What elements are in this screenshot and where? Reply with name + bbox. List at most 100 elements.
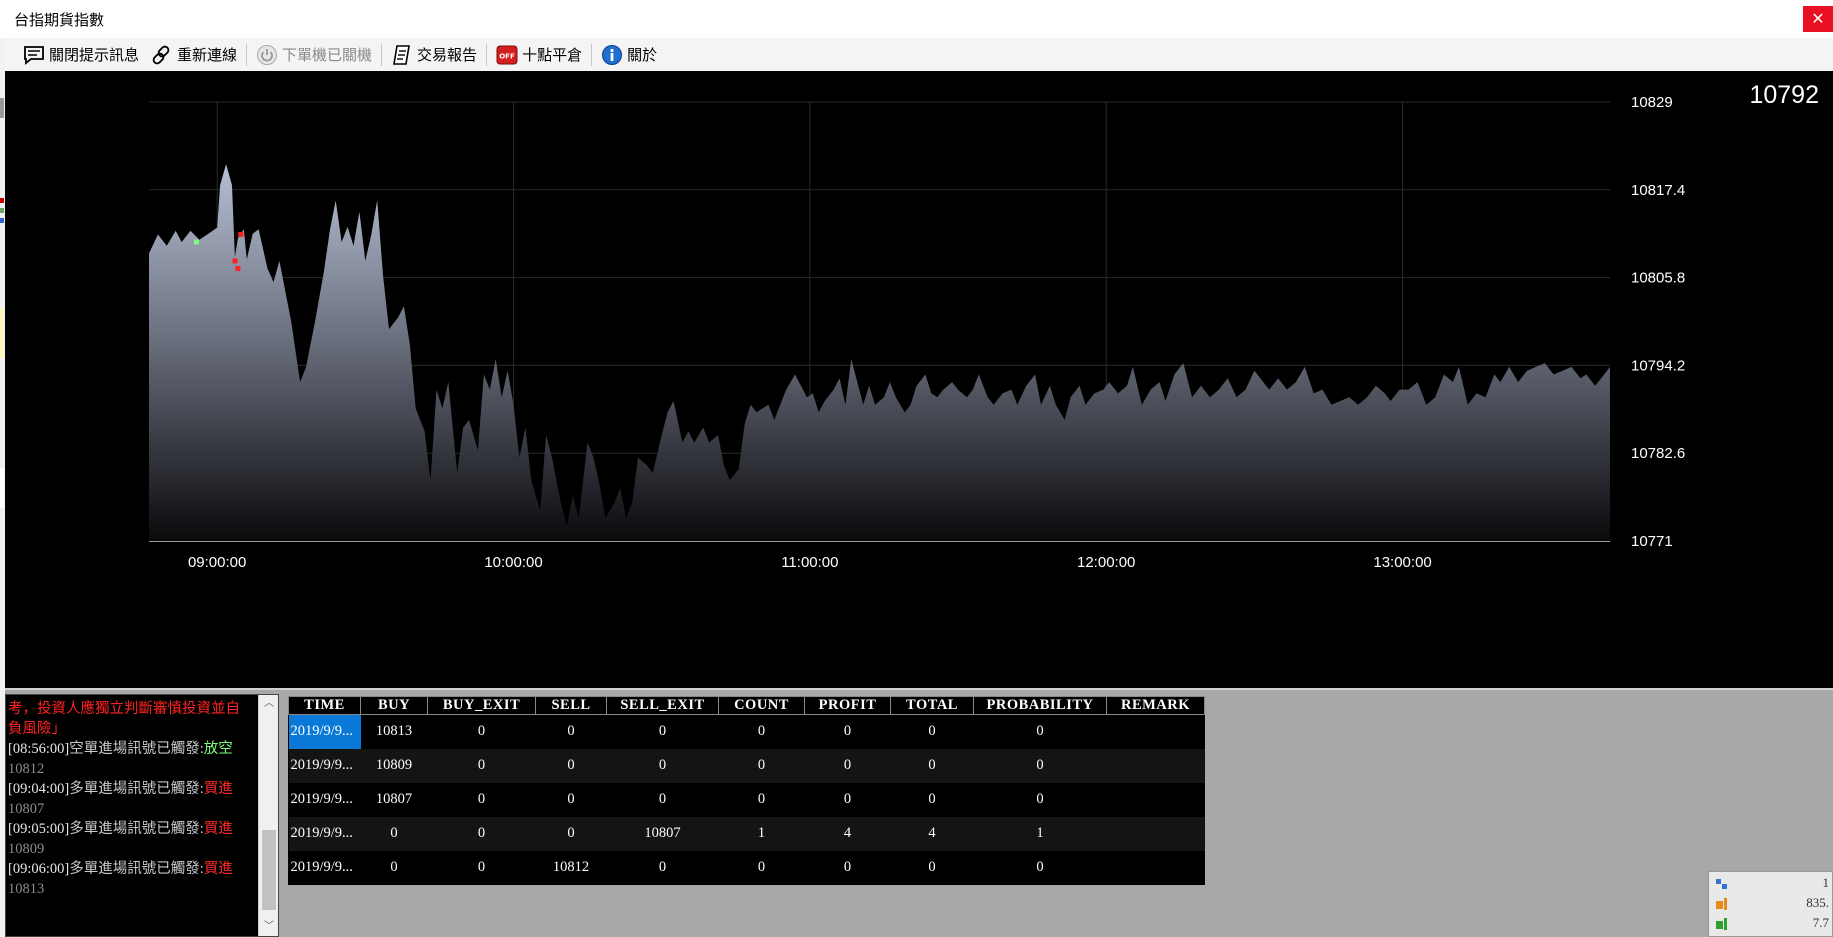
column-header-sell[interactable]: SELL <box>535 696 607 715</box>
mini-row: 835. <box>1715 894 1831 914</box>
cell-probability[interactable]: 0 <box>974 851 1107 885</box>
cell-buy-exit[interactable]: 0 <box>428 715 536 749</box>
cell-count[interactable]: 0 <box>719 783 805 817</box>
cell-buy[interactable]: 10809 <box>360 748 428 783</box>
table-row[interactable]: 2019/9/9... 10807 0 0 0 0 0 0 0 <box>289 783 1205 817</box>
toolbar-reconnect[interactable]: 重新連線 <box>145 42 243 68</box>
scroll-up-button[interactable]: ︿ <box>259 695 278 713</box>
cell-count[interactable]: 1 <box>718 816 805 851</box>
toolbar-trade-report[interactable]: 交易報告 <box>385 42 483 68</box>
cell-remark[interactable] <box>1106 816 1205 851</box>
signal-marker <box>238 231 244 237</box>
y-tick-label: 10805.8 <box>1631 270 1685 287</box>
toolbar-ten-close[interactable]: OFF 十點平倉 <box>490 42 588 68</box>
toolbar-about-label: 關於 <box>627 46 658 64</box>
table-row[interactable]: 2019/9/9... 10813 0 0 0 0 0 0 0 <box>288 714 1205 749</box>
cell-buy[interactable]: 10807 <box>361 783 428 817</box>
log-entry-time: [09:05:00] <box>8 821 70 837</box>
toolbar-order-machine[interactable]: 下單機已關機 <box>250 42 378 68</box>
x-tick-label: 13:00:00 <box>1373 554 1431 571</box>
cell-total[interactable]: 4 <box>890 816 974 851</box>
cell-sell[interactable]: 0 <box>536 783 607 817</box>
report-icon <box>391 44 413 66</box>
toolbar-trade-report-label: 交易報告 <box>417 46 478 64</box>
toolbar-separator <box>381 43 383 66</box>
cell-sell[interactable]: 0 <box>535 816 607 851</box>
column-header-total[interactable]: TOTAL <box>890 696 974 715</box>
log-entry: [08:56:00]空單進場訊號已觸發:放空 <box>8 739 256 759</box>
cell-profit[interactable]: 0 <box>805 715 891 749</box>
cell-remark[interactable] <box>1106 748 1205 783</box>
cell-sell[interactable]: 10812 <box>536 851 607 885</box>
column-header-time[interactable]: TIME <box>288 696 361 715</box>
log-scrollbar[interactable]: ︿ ﹀ <box>258 695 278 936</box>
cell-sell[interactable]: 0 <box>535 748 607 783</box>
cell-total[interactable]: 0 <box>890 748 974 783</box>
cell-count[interactable]: 0 <box>718 748 805 783</box>
cell-count[interactable]: 0 <box>719 851 805 885</box>
cell-time[interactable]: 2019/9/9... <box>289 783 361 817</box>
toolbar-close-messages[interactable]: 關閉提示訊息 <box>17 42 145 68</box>
toolbar-order-machine-label: 下單機已關機 <box>282 46 373 64</box>
scroll-down-button[interactable]: ﹀ <box>259 918 278 936</box>
column-header-sell-exit[interactable]: SELL_EXIT <box>606 696 719 715</box>
cell-probability[interactable]: 0 <box>974 715 1107 749</box>
log-entry-action: 買進 <box>203 861 233 877</box>
cell-buy-exit[interactable]: 0 <box>428 851 536 885</box>
column-header-count[interactable]: COUNT <box>718 696 805 715</box>
cell-remark[interactable] <box>1107 851 1205 885</box>
cell-time[interactable]: 2019/9/9... <box>289 851 361 885</box>
cell-profit[interactable]: 0 <box>805 851 891 885</box>
cell-total[interactable]: 0 <box>891 783 974 817</box>
cell-buy[interactable]: 0 <box>361 851 428 885</box>
signal-log[interactable]: 考，投資人應獨立判斷審慎投資並自負風險」 [08:56:00]空單進場訊號已觸發… <box>5 694 279 937</box>
table-row[interactable]: 2019/9/9... 0 0 0 10807 1 4 4 1 <box>288 816 1205 851</box>
column-header-probability[interactable]: PROBABILITY <box>973 696 1107 715</box>
cell-time[interactable]: 2019/9/9... <box>288 816 361 851</box>
x-tick-label: 11:00:00 <box>781 554 838 571</box>
cell-buy[interactable]: 10813 <box>361 715 428 749</box>
cell-probability[interactable]: 0 <box>973 748 1107 783</box>
cell-sell-exit[interactable]: 0 <box>606 748 719 783</box>
y-tick-label: 10782.6 <box>1631 445 1685 462</box>
cell-buy-exit[interactable]: 0 <box>428 783 536 817</box>
cell-probability[interactable]: 1 <box>973 816 1107 851</box>
column-header-remark[interactable]: REMARK <box>1106 696 1205 715</box>
cell-sell-exit[interactable]: 0 <box>607 851 719 885</box>
table-row[interactable]: 2019/9/9... 0 0 10812 0 0 0 0 0 <box>289 851 1205 885</box>
cell-sell[interactable]: 0 <box>536 715 607 749</box>
signal-marker <box>232 258 238 264</box>
scroll-thumb[interactable] <box>262 830 276 910</box>
log-entry-price: 10813 <box>8 881 45 897</box>
cell-profit[interactable]: 4 <box>804 816 891 851</box>
log-entry-time: [09:04:00] <box>8 781 70 797</box>
column-header-profit[interactable]: PROFIT <box>804 696 891 715</box>
cell-sell-exit[interactable]: 10807 <box>606 816 719 851</box>
cell-sell-exit[interactable]: 0 <box>607 715 719 749</box>
cell-time[interactable]: 2019/9/9... <box>288 714 361 749</box>
cell-total[interactable]: 0 <box>891 715 974 749</box>
cell-probability[interactable]: 0 <box>974 783 1107 817</box>
log-entry-action: 買進 <box>203 781 233 797</box>
off-icon: OFF <box>496 44 518 66</box>
cell-remark[interactable] <box>1107 715 1205 749</box>
cell-count[interactable]: 0 <box>719 715 805 749</box>
close-button[interactable]: ✕ <box>1803 6 1833 32</box>
cell-buy-exit[interactable]: 0 <box>427 748 536 783</box>
cell-buy[interactable]: 0 <box>360 816 428 851</box>
toolbar-about[interactable]: 關於 <box>595 42 663 68</box>
cell-profit[interactable]: 0 <box>804 748 891 783</box>
cell-time[interactable]: 2019/9/9... <box>288 748 361 783</box>
mini-row: 7.7 <box>1715 914 1831 934</box>
bar-icon <box>1715 897 1729 911</box>
mini-row: 1 <box>1715 874 1831 894</box>
cell-sell-exit[interactable]: 0 <box>607 783 719 817</box>
cell-remark[interactable] <box>1107 783 1205 817</box>
column-header-buy[interactable]: BUY <box>360 696 428 715</box>
column-header-buy-exit[interactable]: BUY_EXIT <box>427 696 536 715</box>
cell-total[interactable]: 0 <box>891 851 974 885</box>
table-row[interactable]: 2019/9/9... 10809 0 0 0 0 0 0 0 <box>288 748 1205 783</box>
cell-profit[interactable]: 0 <box>805 783 891 817</box>
cell-buy-exit[interactable]: 0 <box>427 816 536 851</box>
log-entry-text: 多單進場訊號已觸發: <box>69 781 204 797</box>
